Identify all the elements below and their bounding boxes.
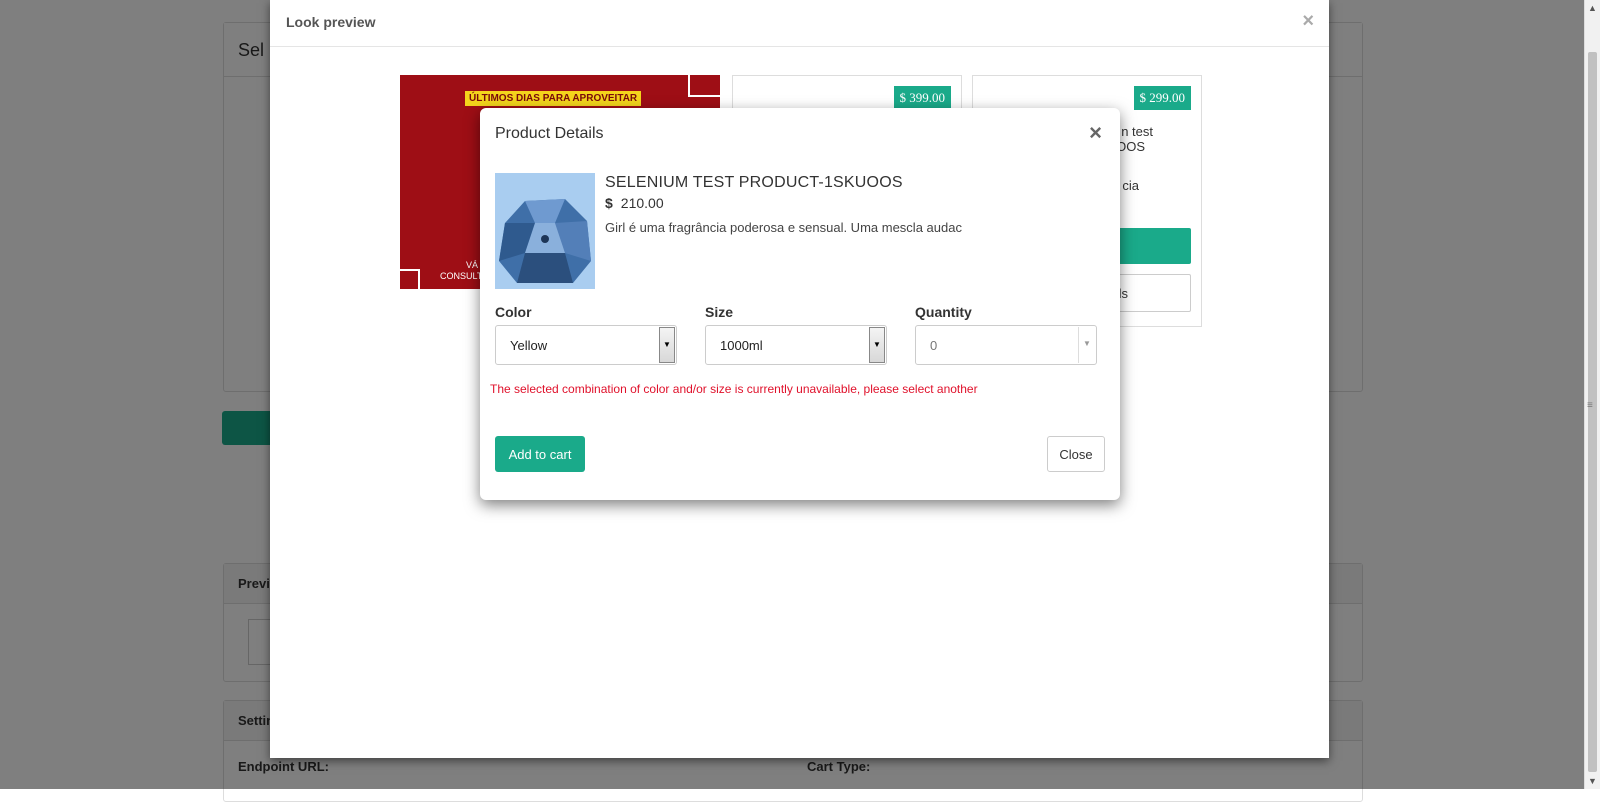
look-preview-close-icon[interactable]: × [1302,10,1314,33]
look-preview-header: Look preview × [270,0,1329,47]
banner-tag: ÚLTIMOS DIAS PARA APROVEITAR [465,91,642,106]
scroll-grip-icon: ≡ [1587,400,1593,411]
product-price: $210.00 [605,195,664,211]
product-name-line1: n test [1121,124,1153,139]
product-price-badge: $ 299.00 [1133,86,1191,110]
product-name-line2: OOS [1116,139,1145,154]
chevron-down-icon[interactable]: ▼ [1078,327,1095,363]
product-name: SELENIUM TEST PRODUCT-1SKUOOS [605,174,903,191]
size-select[interactable]: 1000ml ▼ [705,325,887,365]
chevron-down-icon[interactable]: ▼ [659,327,675,363]
page-scrollbar[interactable]: ▲ ≡ ▼ [1584,0,1600,789]
product-image [495,173,595,289]
add-to-cart-button[interactable]: Add to cart [495,436,585,472]
size-select-value: 1000ml [720,338,763,353]
product-price-badge: $ 399.00 [893,86,951,110]
perfume-bottle-icon [495,173,595,289]
product-details-title: Product Details [495,125,604,142]
currency-symbol: $ [605,195,613,211]
quantity-select[interactable]: 0 ▼ [915,325,1097,365]
quantity-field: Quantity 0 ▼ [915,304,1097,365]
quantity-label: Quantity [915,304,972,320]
color-field: Color Yellow ▼ [495,304,677,365]
banner-line1: VÁ [466,260,479,270]
banner-frame-decoration-2 [400,269,420,289]
size-field: Size 1000ml ▼ [705,304,887,365]
size-label: Size [705,304,734,320]
unavailable-error-message: The selected combination of color and/or… [490,382,978,396]
quantity-select-value: 0 [930,338,938,353]
scrollbar-thumb[interactable] [1588,52,1597,772]
scroll-up-arrow-icon[interactable]: ▲ [1588,3,1597,13]
look-preview-title: Look preview [286,14,376,30]
product-desc-fragment: cia [1122,178,1139,193]
scroll-down-arrow-icon[interactable]: ▼ [1588,776,1597,786]
banner-frame-decoration [688,75,720,97]
product-description: Girl é uma fragrância poderosa e sensual… [605,220,962,235]
chevron-down-icon[interactable]: ▼ [869,327,885,363]
product-details-close-icon[interactable]: × [1089,120,1102,146]
color-label: Color [495,304,532,320]
color-select-value: Yellow [510,338,548,353]
color-select[interactable]: Yellow ▼ [495,325,677,365]
banner-line2: CONSULT [440,271,483,281]
price-value: 210.00 [620,195,664,211]
product-details-modal: Product Details × SELENIUM TEST PRODUCT-… [480,108,1120,500]
close-button[interactable]: Close [1047,436,1105,472]
card-details-label: ls [1118,286,1128,301]
